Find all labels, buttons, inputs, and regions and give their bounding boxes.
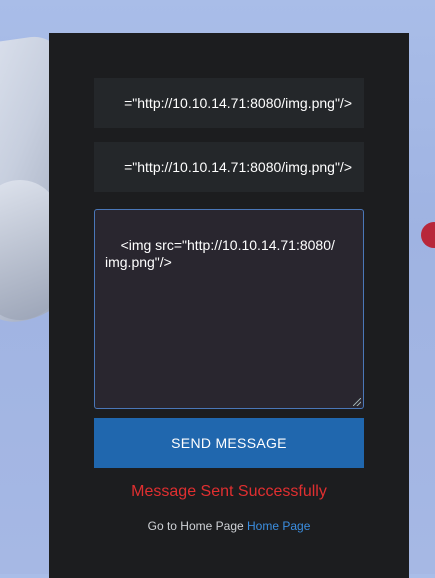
resize-grip-icon[interactable]	[353, 398, 361, 406]
background-red-shape	[417, 218, 435, 252]
contact-form-panel: ="http://10.10.14.71:8080/img.png"/> ="h…	[49, 33, 409, 578]
status-message: Message Sent Successfully	[131, 483, 327, 500]
name-input[interactable]: ="http://10.10.14.71:8080/img.png"/>	[94, 78, 364, 128]
email-input[interactable]: ="http://10.10.14.71:8080/img.png"/>	[94, 142, 364, 192]
home-page-link[interactable]: Home Page	[247, 519, 310, 533]
message-textarea[interactable]: <img src="http://10.10.14.71:8080/ img.p…	[94, 209, 364, 409]
email-input-value: ="http://10.10.14.71:8080/img.png"/>	[124, 159, 352, 175]
home-page-row: Go to Home Page Home Page	[49, 519, 409, 533]
home-page-prefix: Go to Home Page	[147, 519, 247, 533]
send-message-button[interactable]: SEND MESSAGE	[94, 418, 364, 468]
message-textarea-value: <img src="http://10.10.14.71:8080/ img.p…	[105, 237, 335, 270]
name-input-value: ="http://10.10.14.71:8080/img.png"/>	[124, 95, 352, 111]
